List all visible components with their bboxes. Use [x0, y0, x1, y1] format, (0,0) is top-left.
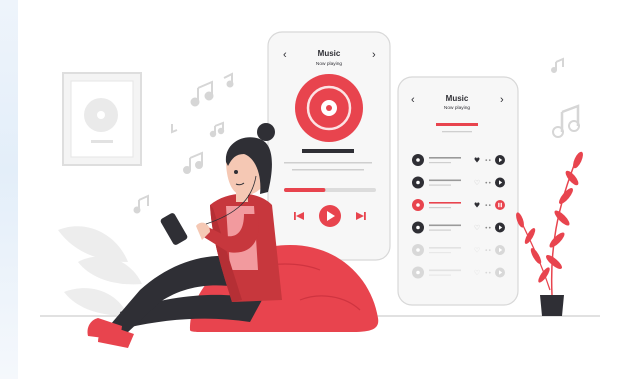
track-artist-line: [429, 184, 451, 186]
track-artist-line: [429, 252, 451, 254]
track-title-line: [429, 269, 461, 272]
more-icon[interactable]: ••: [484, 203, 491, 210]
phone-left-title: Music: [318, 49, 341, 58]
more-icon[interactable]: ••: [484, 248, 491, 255]
track-artist-line: [429, 229, 451, 231]
back-chevron-icon[interactable]: ‹: [411, 94, 415, 106]
heart-icon[interactable]: ♡: [474, 179, 480, 187]
track-title-line: [429, 224, 461, 227]
heart-icon[interactable]: ♥: [474, 202, 480, 210]
more-icon[interactable]: ••: [484, 270, 491, 277]
track-artist-line: [429, 162, 451, 164]
pause-button[interactable]: [495, 200, 505, 210]
heart-icon[interactable]: ♡: [474, 224, 480, 232]
forward-chevron-icon[interactable]: ›: [500, 94, 504, 106]
track-artist-line: [429, 207, 451, 209]
track-title-line: [429, 247, 461, 249]
song-title-line: [302, 149, 354, 153]
track-artist-line: [429, 274, 451, 276]
more-icon[interactable]: ••: [484, 180, 491, 187]
track-title-line: [429, 179, 461, 182]
heart-icon[interactable]: ♡: [474, 269, 480, 277]
hair-bun: [257, 123, 275, 141]
progress-fill: [284, 188, 326, 192]
tab-indicator: [436, 123, 478, 126]
plant-decoration: [516, 151, 583, 316]
track-title-line: [429, 157, 461, 159]
music-illustration: ‹ › Music Now playing ‹ › Music Now play…: [40, 31, 600, 348]
plant-pot: [540, 295, 564, 316]
forward-chevron-icon[interactable]: ›: [372, 49, 376, 61]
phone-right: ‹ › Music Now playing ♥ •• ♡ •• ♥ •• ♡ •• ♡ •• ♡ ••: [397, 76, 519, 306]
play-button[interactable]: [319, 205, 341, 227]
back-chevron-icon[interactable]: ‹: [283, 49, 287, 61]
phone-left-subtitle: Now playing: [316, 61, 342, 67]
more-icon[interactable]: ••: [484, 158, 491, 165]
heart-icon[interactable]: ♡: [474, 247, 480, 255]
heart-icon[interactable]: ♥: [474, 157, 480, 165]
pause-icon: [498, 202, 500, 208]
phone-right-title: Music: [446, 94, 469, 103]
phone-right-subtitle: Now playing: [444, 105, 470, 111]
wall-vinyl-frame: [62, 72, 142, 166]
track-title-line: [429, 202, 461, 204]
handheld-phone: [160, 213, 188, 245]
more-icon[interactable]: ••: [484, 225, 491, 232]
phone-left: ‹ › Music Now playing: [267, 31, 391, 261]
